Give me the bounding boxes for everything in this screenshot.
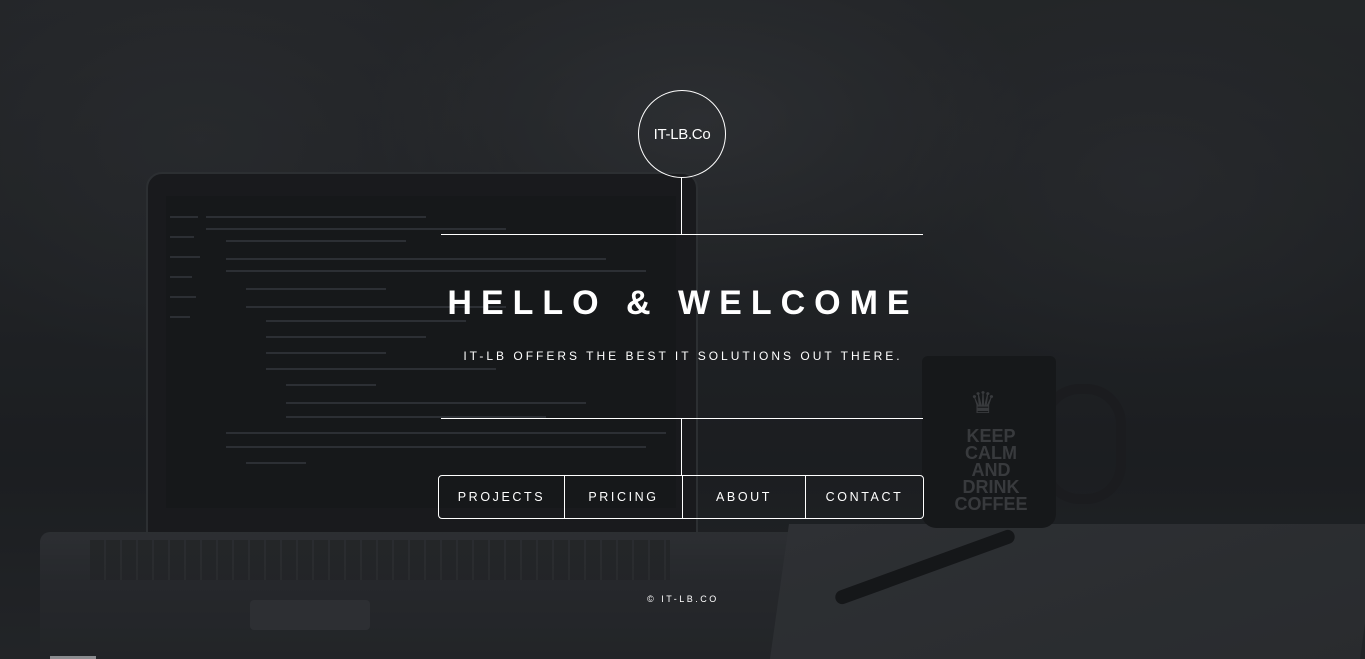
logo[interactable]: IT-LB.Co — [638, 90, 726, 178]
nav-projects[interactable]: PROJECTS — [439, 476, 564, 518]
divider-bottom — [441, 418, 923, 419]
nav-pricing[interactable]: PRICING — [564, 476, 682, 518]
main-nav: PROJECTS PRICING ABOUT CONTACT — [438, 475, 924, 519]
divider-top — [441, 234, 923, 235]
connector-line-top — [681, 177, 682, 234]
connector-line-bottom — [681, 418, 682, 475]
page-subtitle: IT-LB OFFERS THE BEST IT SOLUTIONS OUT T… — [463, 349, 903, 363]
nav-about[interactable]: ABOUT — [682, 476, 805, 518]
logo-text: IT-LB.Co — [653, 125, 711, 143]
footer-copyright: © IT-LB.CO — [647, 594, 719, 604]
page: ♛ KEEP CALM AND DRINK COFFEE IT-LB.Co HE… — [0, 0, 1365, 659]
page-title: HELLO & WELCOME — [447, 284, 919, 322]
nav-contact[interactable]: CONTACT — [805, 476, 923, 518]
